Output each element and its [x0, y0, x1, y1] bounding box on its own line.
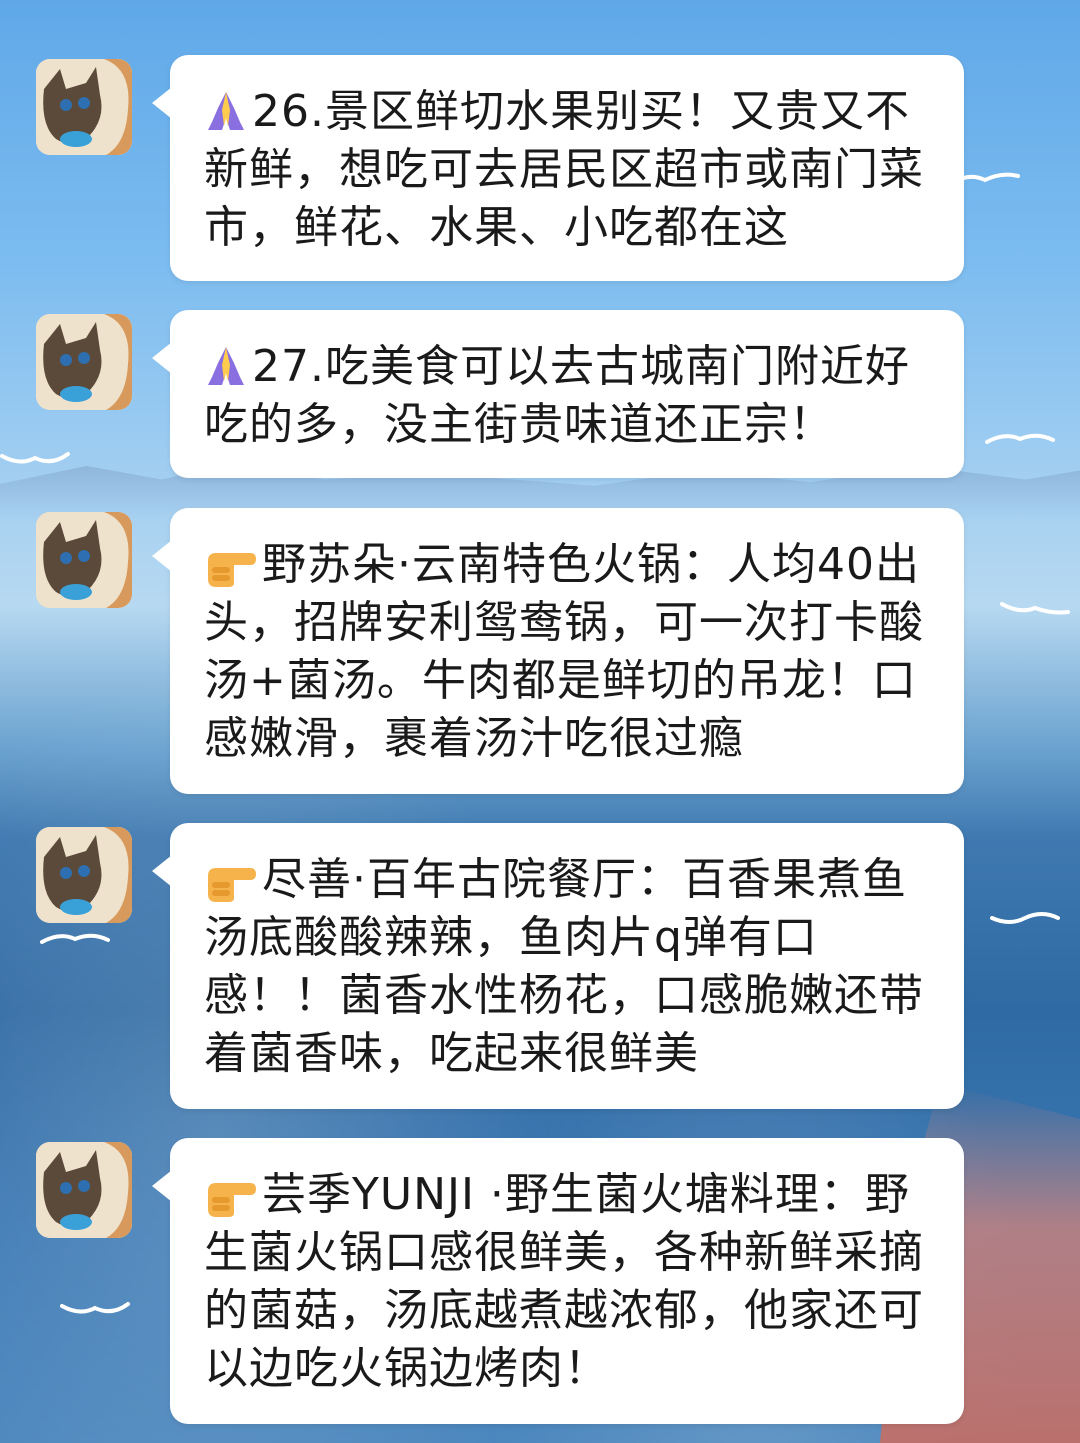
avatar[interactable] — [36, 59, 132, 155]
chat-bubble: 尽善·百年古院餐厅：百香果煮鱼汤底酸酸辣辣，鱼肉片q弹有口感！！菌香水性杨花，口… — [152, 823, 964, 1109]
folded-hands-icon — [204, 88, 248, 132]
avatar[interactable] — [36, 1142, 132, 1238]
chat-bubble: 26.景区鲜切水果别买！又贵又不新鲜，想吃可去居民区超市或南门菜市，鲜花、水果、… — [152, 55, 964, 281]
message-row: 27.吃美食可以去古城南门附近好吃的多，没主街贵味道还正宗！ — [0, 310, 1080, 480]
message-text: 芸季YUNJI ·野生菌火塘料理：野生菌火锅口感很鲜美，各种新鲜采摘的菌菇，汤底… — [204, 1166, 928, 1398]
message-text: 26.景区鲜切水果别买！又贵又不新鲜，想吃可去居民区超市或南门菜市，鲜花、水果、… — [204, 83, 928, 257]
avatar[interactable] — [36, 314, 132, 410]
chat-bubble: 27.吃美食可以去古城南门附近好吃的多，没主街贵味道还正宗！ — [152, 310, 964, 478]
chat-bubble: 芸季YUNJI ·野生菌火塘料理：野生菌火锅口感很鲜美，各种新鲜采摘的菌菇，汤底… — [152, 1138, 964, 1424]
pointing-hand-icon — [204, 1173, 256, 1217]
message-text: 27.吃美食可以去古城南门附近好吃的多，没主街贵味道还正宗！ — [204, 338, 928, 454]
message-row: 26.景区鲜切水果别买！又贵又不新鲜，想吃可去居民区超市或南门菜市，鲜花、水果、… — [0, 55, 1080, 281]
message-content: 野苏朵·云南特色火锅：人均40出头，招牌安利鸳鸯锅，可一次打卡酸汤+菌汤。牛肉都… — [204, 539, 924, 764]
message-text: 野苏朵·云南特色火锅：人均40出头，招牌安利鸳鸯锅，可一次打卡酸汤+菌汤。牛肉都… — [204, 536, 928, 768]
pointing-hand-icon — [204, 858, 256, 902]
avatar[interactable] — [36, 827, 132, 923]
avatar[interactable] — [36, 512, 132, 608]
chat-bubble: 野苏朵·云南特色火锅：人均40出头，招牌安利鸳鸯锅，可一次打卡酸汤+菌汤。牛肉都… — [152, 508, 964, 794]
message-content: 尽善·百年古院餐厅：百香果煮鱼汤底酸酸辣辣，鱼肉片q弹有口感！！菌香水性杨花，口… — [204, 854, 924, 1079]
pointing-hand-icon — [204, 543, 256, 587]
message-content: 26.景区鲜切水果别买！又贵又不新鲜，想吃可去居民区超市或南门菜市，鲜花、水果、… — [204, 86, 924, 253]
message-content: 芸季YUNJI ·野生菌火塘料理：野生菌火锅口感很鲜美，各种新鲜采摘的菌菇，汤底… — [204, 1169, 924, 1394]
message-text: 尽善·百年古院餐厅：百香果煮鱼汤底酸酸辣辣，鱼肉片q弹有口感！！菌香水性杨花，口… — [204, 851, 928, 1083]
message-row: 芸季YUNJI ·野生菌火塘料理：野生菌火锅口感很鲜美，各种新鲜采摘的菌菇，汤底… — [0, 1138, 1080, 1424]
message-content: 27.吃美食可以去古城南门附近好吃的多，没主街贵味道还正宗！ — [204, 341, 910, 450]
message-row: 尽善·百年古院餐厅：百香果煮鱼汤底酸酸辣辣，鱼肉片q弹有口感！！菌香水性杨花，口… — [0, 823, 1080, 1109]
message-row: 野苏朵·云南特色火锅：人均40出头，招牌安利鸳鸯锅，可一次打卡酸汤+菌汤。牛肉都… — [0, 508, 1080, 794]
folded-hands-icon — [204, 343, 248, 387]
